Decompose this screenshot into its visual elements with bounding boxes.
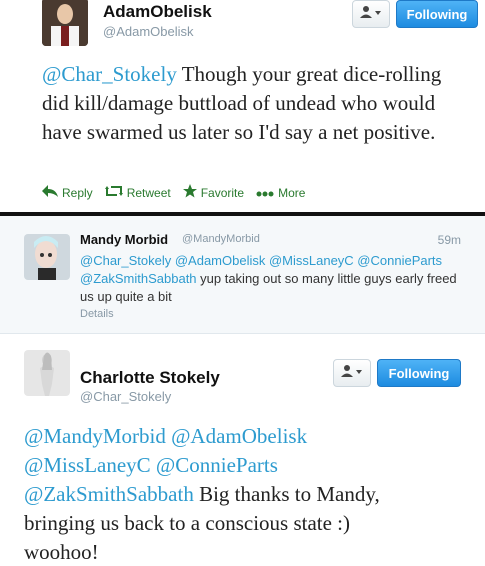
mention-links-line1[interactable]: @MandyMorbid @AdamObelisk [24, 424, 307, 448]
mention-link[interactable]: @Char_Stokely [42, 62, 177, 86]
user-actions-button[interactable] [333, 359, 371, 387]
tweet-adamobelisk: AdamObelisk @AdamObelisk Following @Char… [0, 0, 485, 212]
star-icon [182, 184, 197, 201]
tweet-text: @Char_Stokely @AdamObelisk @MissLaneyC @… [80, 252, 462, 306]
reply-label: Reply [62, 185, 93, 200]
author-handle[interactable]: @AdamObelisk [103, 24, 194, 39]
avatar-charlottestokely[interactable] [24, 350, 70, 396]
retweet-label: Retweet [126, 185, 171, 200]
reply-icon [42, 185, 58, 200]
user-actions-button[interactable] [352, 0, 390, 28]
avatar-adamobelisk[interactable] [42, 0, 88, 46]
author-name[interactable]: Mandy Morbid [80, 232, 168, 247]
mention-link-line3[interactable]: @ZakSmithSabbath [24, 482, 194, 506]
following-button[interactable]: Following [377, 359, 461, 387]
tweet-text: @MandyMorbid @AdamObelisk @MissLaneyC @C… [24, 422, 464, 566]
reply-button[interactable]: Reply [42, 185, 93, 200]
tweet-text: @Char_Stokely Though your great dice-rol… [42, 60, 442, 147]
author-handle[interactable]: @Char_Stokely [80, 389, 171, 404]
retweet-button[interactable]: Retweet [104, 185, 171, 200]
tweet-charlottestokely: Charlotte Stokely @Char_Stokely Followin… [0, 334, 485, 566]
tweet-timestamp[interactable]: 59m [438, 233, 461, 247]
avatar-mandymorbid[interactable] [24, 234, 70, 280]
retweet-icon [104, 185, 123, 200]
author-name[interactable]: Charlotte Stokely [80, 368, 220, 388]
more-button[interactable]: More [256, 186, 305, 200]
favorite-button[interactable]: Favorite [182, 184, 245, 201]
favorite-label: Favorite [200, 185, 245, 200]
mention-links-line2[interactable]: @MissLaneyC @ConnieParts [24, 453, 278, 477]
tweet-body-line3: Big thanks to Mandy, [193, 482, 380, 506]
more-dots-icon [256, 186, 274, 200]
user-dropdown-icon [360, 5, 382, 23]
details-link[interactable]: Details [80, 308, 114, 320]
tweet-actions: Reply Retweet Favorite More [42, 184, 305, 201]
user-dropdown-icon [341, 364, 363, 382]
author-handle[interactable]: @MandyMorbid [182, 233, 260, 245]
tweet-body-line4: bringing us back to a conscious state :) [24, 511, 351, 535]
more-label: More [278, 185, 306, 200]
tweet-mandymorbid[interactable]: Mandy Morbid @MandyMorbid 59m @Char_Stok… [0, 216, 485, 334]
author-name[interactable]: AdamObelisk [103, 2, 212, 22]
following-button[interactable]: Following [396, 0, 478, 28]
tweet-body-line5: woohoo! [24, 540, 99, 564]
